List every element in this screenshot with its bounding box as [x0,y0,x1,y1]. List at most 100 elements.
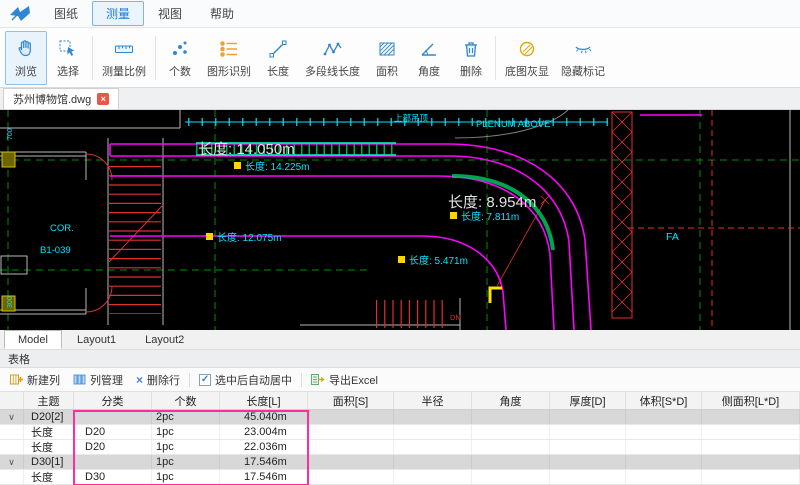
measurement-label: 长度: 7.811m [461,210,519,223]
table-row[interactable]: 长度 D20 1pc 22.036m [0,440,800,455]
measure-scale-button[interactable]: 测量比例 [96,31,152,85]
delete-row-label: 删除行 [147,372,180,388]
export-excel-icon [311,373,325,386]
cell-category [74,455,152,469]
menu-item-measure[interactable]: 测量 [92,1,144,26]
dimension-label: 700 [7,128,14,140]
cell-count: 1pc [152,455,220,469]
new-column-button[interactable]: 新建列 [6,370,64,390]
document-tab[interactable]: 苏州博物馆.dwg × [3,88,119,109]
column-manage-button[interactable]: 列管理 [69,370,127,390]
export-excel-button[interactable]: 导出Excel [307,370,382,390]
angle-button[interactable]: 角度 [408,31,450,85]
header-volume[interactable]: 体积[S*D] [626,392,702,409]
cell-side-area [702,470,800,484]
delete-button[interactable]: 删除 [450,31,492,85]
length-label: 长度 [267,63,289,79]
count-dots-icon [169,38,191,60]
row-expand-icon[interactable]: ∨ [0,455,24,469]
basemap-gray-button[interactable]: 底图灰显 [499,31,555,85]
header-angle[interactable]: 角度 [472,392,550,409]
auto-center-checkbox[interactable]: ✓ 选中后自动居中 [195,370,296,390]
header-area[interactable]: 面积[S] [308,392,394,409]
table-panel-title-text: 表格 [8,351,30,367]
cell-side-area [702,455,800,469]
room-number-label: B1-039 [40,245,71,256]
header-category[interactable]: 分类 [74,392,152,409]
ceiling-cn-label: 上部吊顶 [394,113,429,123]
cell-side-area [702,425,800,439]
ribbon-separator [495,36,496,80]
header-expand-col [0,392,24,409]
delete-row-x-icon: × [136,375,143,385]
header-side-area[interactable]: 侧面积[L*D] [702,392,800,409]
cell-area [308,410,394,424]
cell-length: 45.040m [220,410,308,424]
polyline-length-button[interactable]: 多段线长度 [299,31,366,85]
tab-layout1[interactable]: Layout1 [63,330,130,349]
measure-flag-icon [450,212,457,219]
shape-recognize-button[interactable]: 图形识别 [201,31,257,85]
export-excel-label: 导出Excel [329,372,378,388]
measure-flag-icon [234,162,241,169]
fa-label: FA [666,231,679,243]
browse-label: 浏览 [15,63,37,79]
cell-angle [472,410,550,424]
angle-icon [418,38,440,60]
count-button[interactable]: 个数 [159,31,201,85]
table-row[interactable]: 长度 D30 1pc 17.546m [0,470,800,485]
browse-button[interactable]: 浏览 [5,31,47,85]
measurement-label: 长度: 5.471m [409,254,468,267]
row-expand-spacer [0,470,24,484]
cell-volume [626,440,702,454]
measurement-label: 长度: 12.075m [217,231,281,244]
plenum-label: PLENUM ABOVE [476,119,550,130]
cell-volume [626,425,702,439]
checkbox-checked-icon[interactable]: ✓ [199,374,211,386]
close-tab-icon[interactable]: × [97,93,109,105]
closed-eye-icon [572,38,594,60]
table-row[interactable]: ∨ D20[2] 2pc 45.040m [0,410,800,425]
table-row[interactable]: 长度 D20 1pc 23.004m [0,425,800,440]
length-button[interactable]: 长度 [257,31,299,85]
cell-count: 2pc [152,410,220,424]
tab-layout2[interactable]: Layout2 [131,330,198,349]
area-button[interactable]: 面积 [366,31,408,85]
cad-viewport[interactable]: 长度: 14.050m 长度: 14.225m 长度: 8.954m 长度: 7… [0,110,800,330]
table-header-row: 主题 分类 个数 长度[L] 面积[S] 半径 角度 厚度[D] 体积[S*D]… [0,392,800,410]
hand-icon [15,38,37,60]
cell-radius [394,455,472,469]
measure-flag-icon [206,233,213,240]
column-manage-icon [73,373,86,386]
check-icon: ✓ [201,375,209,385]
menu-item-help[interactable]: 帮助 [196,1,248,26]
app-logo-icon [8,4,32,24]
auto-center-label: 选中后自动居中 [215,372,292,388]
tab-model[interactable]: Model [4,330,62,349]
table-row[interactable]: ∨ D30[1] 1pc 17.546m [0,455,800,470]
cell-radius [394,425,472,439]
select-button[interactable]: 选择 [47,31,89,85]
header-length[interactable]: 长度[L] [220,392,308,409]
delete-label: 删除 [460,63,482,79]
row-expand-icon[interactable]: ∨ [0,410,24,424]
cursor-select-icon [57,38,79,60]
cad-canvas[interactable]: 长度: 14.050m 长度: 14.225m 长度: 8.954m 长度: 7… [0,110,800,330]
header-thickness[interactable]: 厚度[D] [550,392,626,409]
header-topic[interactable]: 主题 [24,392,74,409]
canvas-background [0,110,800,330]
toolbar-separator [301,373,302,387]
ribbon-toolbar: 浏览 选择 测量比例 个数 图形识别 [0,28,800,88]
menu-item-view[interactable]: 视图 [144,1,196,26]
cell-radius [394,410,472,424]
header-radius[interactable]: 半径 [394,392,472,409]
cell-topic: 长度 [24,425,74,439]
menu-item-drawing[interactable]: 图纸 [40,1,92,26]
delete-row-button[interactable]: × 删除行 [132,370,184,390]
cell-topic: 长度 [24,440,74,454]
measurement-label: 长度: 14.225m [245,160,309,173]
header-count[interactable]: 个数 [152,392,220,409]
cell-count: 1pc [152,425,220,439]
cell-topic: 长度 [24,470,74,484]
hide-marks-button[interactable]: 隐藏标记 [555,31,611,85]
